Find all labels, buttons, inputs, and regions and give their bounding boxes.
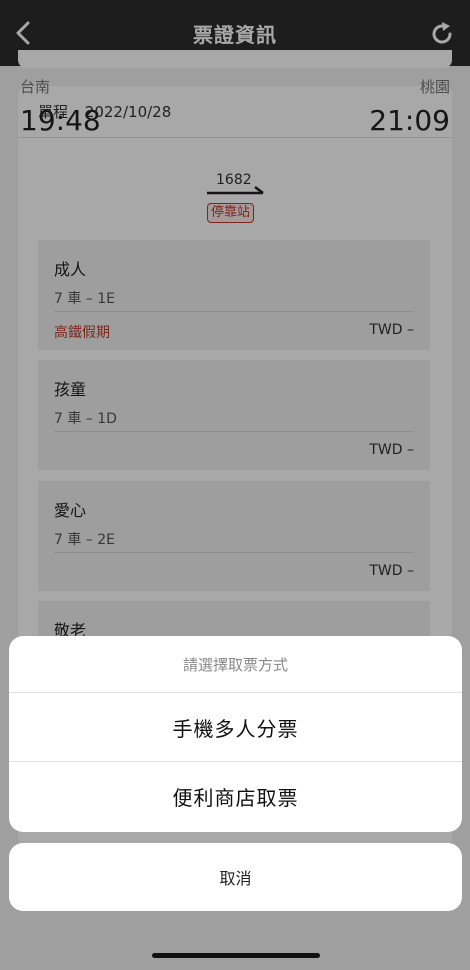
home-indicator[interactable] bbox=[152, 953, 320, 958]
cancel-button[interactable]: 取消 bbox=[9, 843, 462, 911]
pickup-method-sheet: 請選擇取票方式 手機多人分票 便利商店取票 bbox=[9, 636, 462, 832]
convenience-store-pickup-option[interactable]: 便利商店取票 bbox=[9, 762, 462, 831]
mobile-split-ticket-option[interactable]: 手機多人分票 bbox=[9, 693, 462, 762]
sheet-title: 請選擇取票方式 bbox=[9, 636, 462, 693]
